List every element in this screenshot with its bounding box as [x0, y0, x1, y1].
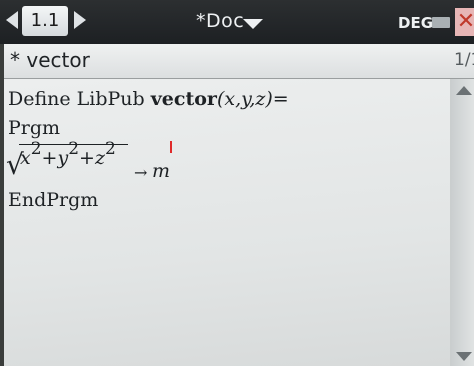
code-line-define[interactable]: Define LibPub vector(x,y,z)=: [8, 88, 289, 110]
chevron-down-icon[interactable]: [243, 19, 263, 29]
battery-icon: [432, 17, 450, 28]
code-line-expression[interactable]: x2+y2+z2: [20, 140, 116, 169]
program-editor-header: * vector 1/1: [4, 44, 474, 79]
equals-sign: =: [272, 88, 289, 110]
function-name: vector: [150, 88, 217, 110]
text-cursor: [170, 141, 172, 153]
code-line-endprgm[interactable]: EndPrgm: [8, 189, 98, 211]
scrollbar[interactable]: [450, 79, 474, 366]
tab-page-1-1[interactable]: 1.1: [22, 6, 68, 36]
define-keyword: Define LibPub: [8, 88, 145, 110]
close-button[interactable]: ✕: [455, 8, 474, 36]
line-counter: 1/1: [454, 50, 474, 70]
exponent: 2: [68, 138, 80, 159]
scroll-up-icon[interactable]: [456, 86, 472, 95]
var-z: +z: [79, 147, 105, 169]
angle-mode-indicator: DEG: [398, 14, 434, 32]
top-toolbar: 1.1 *Doc DEG ✕: [0, 0, 474, 44]
store-arrow-icon: →: [134, 163, 148, 182]
function-args: (x,y,z): [216, 88, 273, 110]
exponent: 2: [104, 138, 116, 159]
exponent: 2: [30, 138, 42, 159]
var-x: x: [20, 147, 31, 169]
previous-page-icon[interactable]: [6, 11, 18, 29]
code-line-prgm[interactable]: Prgm: [8, 117, 60, 139]
store-variable: m: [152, 160, 171, 182]
scroll-down-icon[interactable]: [456, 352, 472, 361]
document-title[interactable]: *Doc: [196, 10, 244, 32]
program-editor[interactable]: [4, 79, 450, 366]
program-title: * vector: [10, 48, 90, 72]
var-y: +y: [41, 147, 69, 169]
next-page-icon[interactable]: [74, 11, 86, 29]
